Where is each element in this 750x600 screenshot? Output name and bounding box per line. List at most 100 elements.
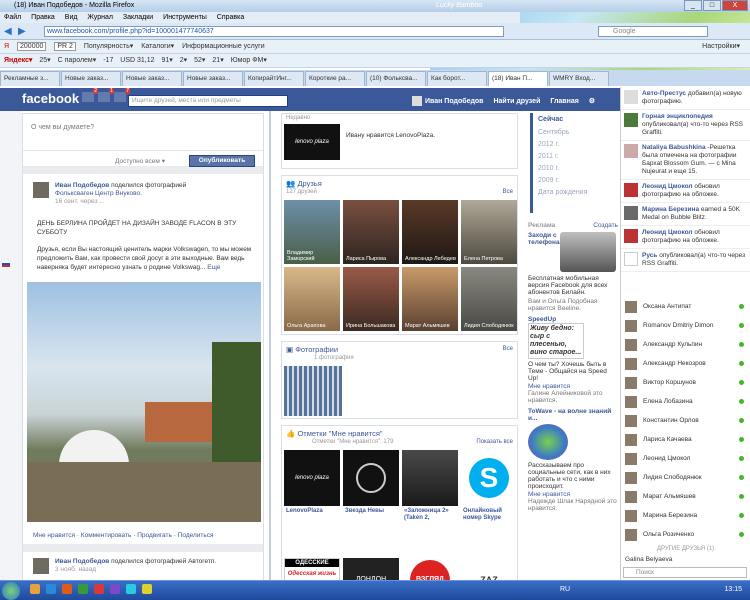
friends-see-all-link[interactable]: Все [503, 189, 513, 195]
toolbar-item[interactable]: 52▾ [194, 57, 205, 64]
menu-tools[interactable]: Инструменты [163, 14, 207, 21]
like-name[interactable]: Онлайновый номер Skype [461, 506, 517, 524]
explorer-icon[interactable] [30, 584, 40, 594]
close-button[interactable]: X [722, 0, 748, 11]
ticker-name[interactable]: Леонид Цмокол [642, 183, 693, 190]
chat-friend[interactable]: Александр Кульпин [621, 335, 750, 354]
menu-view[interactable]: Вид [65, 14, 78, 21]
share-link[interactable]: Поделиться [178, 532, 214, 539]
maximize-button[interactable]: □ [703, 0, 721, 11]
ad-like-link[interactable]: Мне нравится [528, 491, 618, 498]
like-name[interactable]: LenovoPlaza [284, 506, 340, 516]
toolbar-item[interactable]: 91▾ [162, 57, 173, 64]
ticker-name[interactable]: Авто-Престус [642, 90, 686, 97]
app-icon[interactable] [78, 584, 88, 594]
friend-tile[interactable]: Лариса Пырова [343, 200, 399, 264]
like-name[interactable]: Звезда Невы [343, 506, 399, 516]
chat-friend[interactable]: Леонид Цмокол [621, 449, 750, 468]
chat-friend[interactable]: Romanov Dmitriy Dimon [621, 316, 750, 335]
likes-title[interactable]: Отметки "Мне нравится" [297, 429, 382, 438]
mercedes-star-icon[interactable] [343, 450, 399, 506]
menu-bookmarks[interactable]: Закладки [123, 14, 153, 21]
post-author-link[interactable]: Иван Подобедов [55, 182, 109, 189]
app-icon[interactable] [94, 584, 104, 594]
forward-arrow-icon[interactable]: ▶ [18, 26, 26, 37]
photos-see-all-link[interactable]: Все [503, 346, 513, 352]
browser-tab[interactable]: Новые заказ... [183, 71, 243, 86]
clock[interactable]: 13:15 [724, 586, 742, 593]
chat-friend[interactable]: Galina Belyaeva [621, 554, 750, 564]
ad-title[interactable]: Заходи с телефона! [528, 232, 562, 272]
chat-friend[interactable]: Елена Лобазина [621, 392, 750, 411]
chat-friend[interactable]: Александр Некозров [621, 354, 750, 373]
catalogs-menu[interactable]: Каталоги▾ [141, 43, 174, 50]
settings-menu[interactable]: Настройки▾ [702, 40, 740, 54]
see-more-link[interactable]: Еще [207, 264, 220, 271]
chat-friend[interactable]: Марина Березина [621, 506, 750, 525]
notifications-icon[interactable]: 7 [114, 88, 130, 102]
post-timestamp[interactable]: 3 нояб. назад [55, 566, 96, 573]
chat-friend[interactable]: Оксана Антипат [621, 297, 750, 316]
ad-title[interactable]: ToWave - на волне знаний и... [528, 408, 618, 422]
messages-icon[interactable]: 1 [98, 88, 114, 102]
years-item[interactable]: 2011 г. [530, 151, 618, 163]
browser-tab[interactable]: Рекламные з... [0, 71, 60, 86]
browser-tab[interactable]: Короткие ра... [305, 71, 365, 86]
toolbar-item[interactable]: 21▾ [212, 57, 223, 64]
years-item[interactable]: Сентябрь [530, 127, 618, 139]
ie-icon[interactable] [46, 584, 56, 594]
like-name[interactable]: «Заложница 2» (Taken 2, [402, 506, 458, 524]
facebook-search-input[interactable]: Ищите друзей, места или предметы [128, 95, 288, 107]
post-timestamp[interactable]: 16 сент. через ... [55, 198, 105, 205]
ticker-item[interactable]: Марина Березина earned a 50K Medal on Bu… [621, 203, 750, 226]
nav-home-link[interactable]: Главная [550, 98, 578, 105]
friend-tile[interactable]: Елена Петрова [461, 200, 517, 264]
years-item[interactable]: 2009 г. [530, 175, 618, 187]
chat-friend[interactable]: Ольга Розиченко [621, 525, 750, 544]
ticker-item[interactable]: Nataliya Babushkina -Решетка была отмече… [621, 141, 750, 180]
friend-tile[interactable]: Марат Альмяшев [402, 267, 458, 331]
browser-tab[interactable]: Как борот... [427, 71, 487, 86]
friend-tile[interactable]: Владимир Заморский [284, 200, 340, 264]
ticker-name[interactable]: Nataliya Babushkina [642, 144, 706, 151]
menu-history[interactable]: Журнал [87, 14, 113, 21]
app-icon[interactable] [142, 584, 152, 594]
info-services-menu[interactable]: Информационные услуги [182, 43, 265, 50]
browser-tab-active[interactable]: (18) Иван П... [488, 71, 548, 86]
lenovo-logo[interactable]: lenovo plaza [284, 124, 340, 160]
ticker-name[interactable]: Леонид Цмокол [642, 229, 693, 236]
gear-icon[interactable]: ⚙ [589, 98, 595, 105]
back-arrow-icon[interactable]: ◀ [4, 26, 12, 37]
toolbar-item[interactable]: 25▾ [39, 57, 50, 64]
toolbar-item[interactable]: USD 31,12 [120, 57, 154, 64]
ticker-item[interactable]: Русь опубликовал(а) что-то через RSS Gra… [621, 249, 750, 272]
ad-image[interactable] [528, 424, 568, 460]
ad-image[interactable] [560, 232, 616, 272]
browser-tab[interactable]: Новые заказ... [122, 71, 182, 86]
skype-logo-icon[interactable]: S [461, 450, 517, 506]
ad-title[interactable]: SpeedUp [528, 316, 618, 323]
audience-selector[interactable]: Доступно всем ▾ [115, 157, 165, 165]
chat-friend[interactable]: Виктор Коршунов [621, 373, 750, 392]
ticker-name[interactable]: Марина Березина [642, 206, 699, 213]
years-item[interactable]: 2010 г. [530, 163, 618, 175]
years-item[interactable]: 2012 г. [530, 139, 618, 151]
likes-see-all-link[interactable]: Показать все [476, 439, 513, 445]
ticker-name[interactable]: Русь [642, 252, 657, 259]
ticker-item[interactable]: Леонид Цмокол обновил фотографию на обло… [621, 180, 750, 203]
like-tile-taken2[interactable] [402, 450, 458, 506]
toolbar-item[interactable]: -17 [103, 57, 113, 64]
menu-help[interactable]: Справка [217, 14, 244, 21]
url-input[interactable]: www.facebook.com/profile.php?id=10000147… [44, 26, 504, 37]
toolbar-item[interactable]: 2▾ [180, 57, 187, 64]
firefox-icon[interactable] [62, 584, 72, 594]
years-birth[interactable]: Дата рождения [530, 187, 618, 199]
photos-title[interactable]: Фотографии [295, 345, 338, 354]
avatar[interactable] [412, 96, 422, 106]
publish-button[interactable]: Опубликовать [189, 155, 255, 167]
facebook-logo[interactable]: facebook [22, 91, 79, 106]
menu-file[interactable]: Файл [4, 14, 21, 21]
browser-tab[interactable]: КопирайтИнг... [244, 71, 304, 86]
avatar[interactable] [33, 182, 49, 198]
nav-profile-link[interactable]: Иван Подобедов [425, 98, 483, 105]
